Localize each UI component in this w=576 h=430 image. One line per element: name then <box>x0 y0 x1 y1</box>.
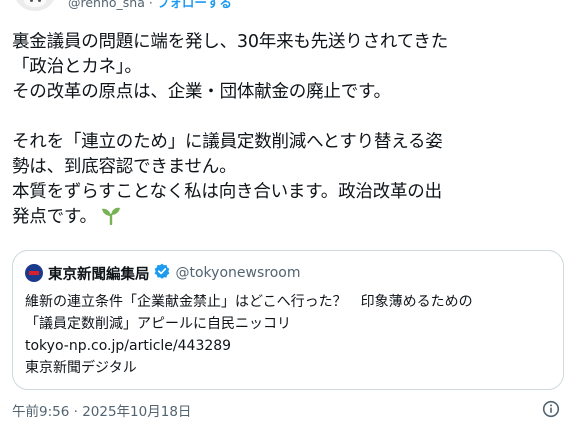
tweet-line: 裏金議員の問題に端を発し、30年来も先送りされてきた <box>12 32 449 52</box>
quoted-tweet-card[interactable]: 東京新聞編集局 @tokyonewsroom 維新の連立条件「企業献金禁止」はど… <box>12 250 564 390</box>
avatar[interactable] <box>14 0 56 11</box>
tweet-timestamp[interactable]: 午前9:56 · 2025年10月18日 <box>12 400 191 420</box>
quoted-author-handle[interactable]: @tokyonewsroom <box>176 265 301 281</box>
tokyo-shimbun-logo[interactable] <box>25 264 43 282</box>
quoted-tweet-body: 維新の連立条件「企業献金禁止」はどこへ行った？ 印象薄めるための 「議員定数削減… <box>25 291 473 379</box>
tweet-line: 勢は、到底容認できません。 <box>12 157 237 177</box>
follow-button[interactable]: フォローする <box>157 0 232 10</box>
tweet-line: 「政治とカネ」。 <box>12 57 142 77</box>
tweet-line-last: 発点です。 <box>12 205 564 233</box>
quoted-line: 「議員定数削減」アピールに自民ニッコリ <box>25 316 291 332</box>
separator: · <box>148 0 153 10</box>
info-icon[interactable] <box>542 400 560 418</box>
tweet-line: 本質をずらすことなく私は向き合います。政治改革の出 <box>12 182 442 202</box>
quoted-source: 東京新聞デジタル <box>25 360 137 376</box>
tweet-text: 裏金議員の問題に端を発し、30年来も先送りされてきた 「政治とカネ」。 その改革… <box>12 30 564 233</box>
seedling-icon <box>101 205 121 233</box>
tweet-line: その改革の原点は、企業・団体献金の廃止です。 <box>12 82 391 102</box>
quoted-link[interactable]: tokyo-np.co.jp/article/443289 <box>25 335 473 357</box>
tweet-header: @renho_sha · フォローする <box>0 0 576 11</box>
verified-badge-icon <box>154 263 170 283</box>
tweet-line: 発点です。 <box>12 207 97 227</box>
quoted-author-name[interactable]: 東京新聞編集局 <box>48 263 150 284</box>
quoted-tweet-header: 東京新聞編集局 @tokyonewsroom <box>25 263 300 283</box>
tweet-line: それを「連立のため」に議員定数削減へとすり替える姿 <box>12 132 443 152</box>
author-handle-row: @renho_sha · フォローする <box>68 0 232 11</box>
quoted-line: 維新の連立条件「企業献金禁止」はどこへ行った？ 印象薄めるための <box>25 294 473 310</box>
author-handle[interactable]: @renho_sha <box>68 0 145 10</box>
